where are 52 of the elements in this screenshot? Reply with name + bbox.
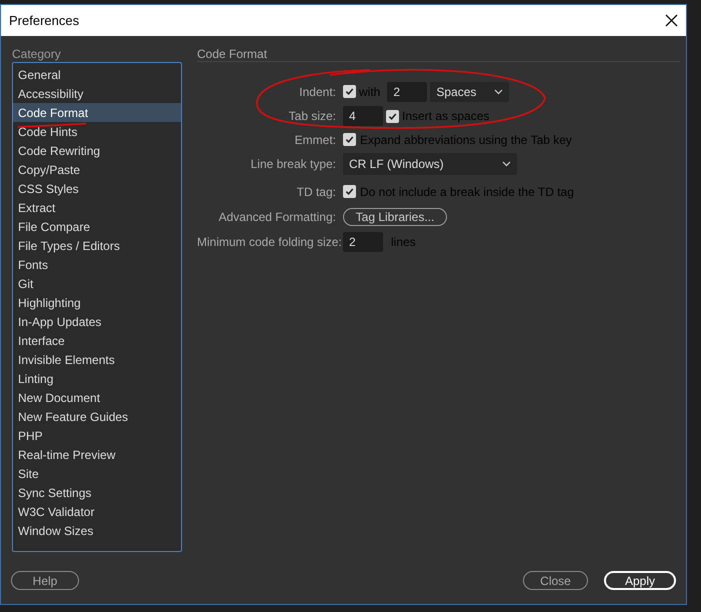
category-item[interactable]: New Document <box>13 388 181 407</box>
category-item[interactable]: Window Sizes <box>13 521 181 540</box>
checkbox[interactable] <box>343 133 356 146</box>
category-item[interactable]: Code Hints <box>13 122 181 141</box>
setting-label: Minimum code folding size: <box>197 234 343 251</box>
category-item[interactable]: CSS Styles <box>13 179 181 198</box>
line-break-dropdown[interactable]: CR LF (Windows) <box>343 153 517 175</box>
category-item[interactable]: File Types / Editors <box>13 236 181 255</box>
category-item[interactable]: Git <box>13 274 181 293</box>
window-title: Preferences <box>9 12 80 30</box>
panel-heading: Code Format <box>197 46 268 62</box>
category-item[interactable]: Highlighting <box>13 293 181 312</box>
category-item[interactable]: New Feature Guides <box>13 407 181 426</box>
category-heading: Category <box>12 46 62 62</box>
help-button[interactable]: Help <box>11 571 79 590</box>
category-item[interactable]: General <box>13 65 181 84</box>
category-item[interactable]: Fonts <box>13 255 181 274</box>
units-dropdown[interactable]: Spaces <box>430 82 510 102</box>
category-item[interactable]: Code Format <box>13 103 181 122</box>
category-item[interactable]: Accessibility <box>13 84 181 103</box>
category-item[interactable]: Linting <box>13 369 181 388</box>
number-field[interactable]: 2 <box>387 82 428 102</box>
setting-label: TD tag: <box>296 184 337 200</box>
number-field[interactable]: 4 <box>343 106 383 126</box>
setting-label: Line break type: <box>250 156 337 173</box>
annotation-underline <box>17 122 87 128</box>
category-item[interactable]: Site <box>13 464 181 483</box>
category-item[interactable]: Copy/Paste <box>13 160 181 179</box>
category-item[interactable]: Invisible Elements <box>13 350 181 369</box>
setting-label: Emmet: <box>294 132 337 148</box>
checkbox[interactable] <box>343 85 356 98</box>
category-item[interactable]: W3C Validator <box>13 502 181 521</box>
close-button[interactable]: Close <box>523 571 588 590</box>
category-item[interactable]: Code Rewriting <box>13 141 181 160</box>
setting-label: Advanced Formatting: <box>218 209 337 226</box>
category-item[interactable]: Real-time Preview <box>13 445 181 464</box>
category-item[interactable]: File Compare <box>13 217 181 236</box>
setting-label: Tab size: <box>288 108 337 125</box>
close-icon[interactable] <box>665 14 678 27</box>
category-item[interactable]: In-App Updates <box>13 312 181 331</box>
checkbox[interactable] <box>343 185 356 198</box>
number-field[interactable]: 2 <box>343 232 383 252</box>
category-item[interactable]: Extract <box>13 198 181 217</box>
chevron-icon <box>494 88 504 94</box>
category-item[interactable]: Interface <box>13 331 181 350</box>
setting-label: Indent: <box>298 84 337 100</box>
apply-button[interactable]: Apply <box>604 571 676 590</box>
category-item[interactable]: PHP <box>13 426 181 445</box>
chevron-icon <box>502 161 511 167</box>
tag-libraries-button[interactable]: Tag Libraries... <box>343 208 447 226</box>
checkbox[interactable] <box>386 110 399 122</box>
category-item[interactable]: Sync Settings <box>13 483 181 502</box>
